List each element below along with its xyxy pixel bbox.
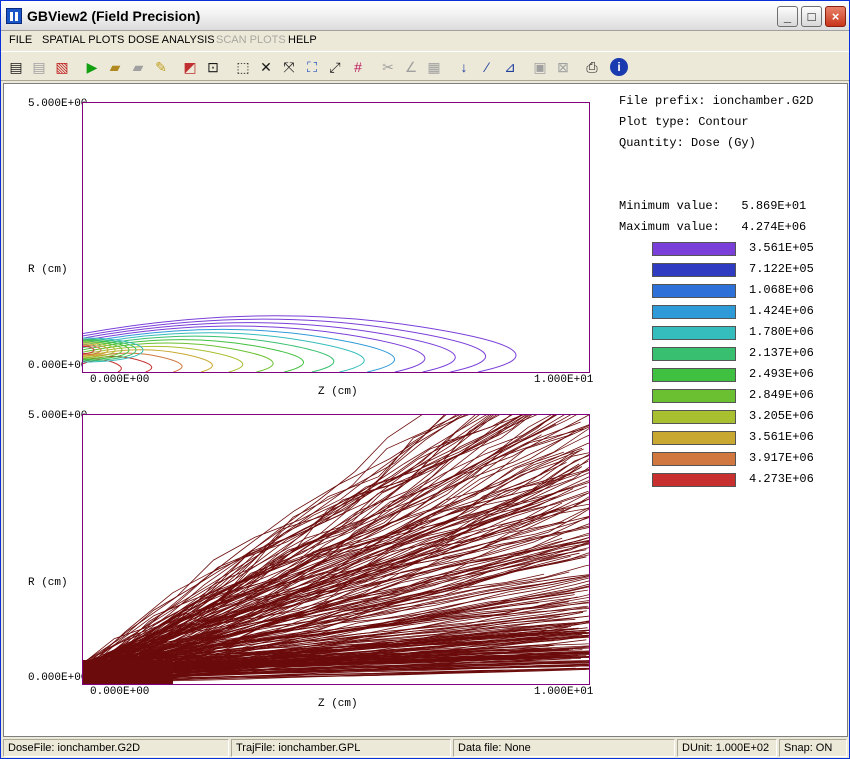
contour-line (82, 349, 213, 373)
top-ylabel: R (cm) (28, 264, 68, 276)
menu-help[interactable]: HELP (288, 34, 317, 46)
print-icon[interactable]: ⎙ (581, 56, 603, 78)
dim-clear-icon[interactable]: ⊠ (552, 56, 574, 78)
table-icon[interactable]: ▦ (423, 56, 445, 78)
legend-value: 3.917E+06 (749, 451, 814, 465)
legend-value: 4.273E+06 (749, 472, 814, 486)
top-ymin-label: 0.000E+00 (28, 360, 88, 372)
point-probe-icon[interactable]: ↓ (453, 56, 475, 78)
legend-swatch (652, 326, 736, 340)
bottom-xmin-label: 0.000E+00 (90, 686, 150, 698)
pan-icon[interactable]: ⤢ (324, 56, 346, 78)
bottom-xlabel: Z (cm) (318, 698, 358, 710)
legend-swatch (652, 242, 736, 256)
menu-scan-plots[interactable]: SCAN PLOTS (216, 34, 286, 46)
load-dose-icon[interactable]: ▤ (5, 56, 27, 78)
legend-swatch (652, 452, 736, 466)
window-title: GBView2 (Field Precision) (27, 8, 201, 24)
measure-icon[interactable]: ✂ (377, 56, 399, 78)
menu-file[interactable]: FILE (9, 34, 32, 46)
bottom-ymin-label: 0.000E+00 (28, 672, 88, 684)
color-map-icon[interactable]: ◩ (179, 56, 201, 78)
contour-lines (22, 315, 517, 373)
legend-value: 3.561E+05 (749, 241, 814, 255)
legend-value: 2.137E+06 (749, 346, 814, 360)
app-window: GBView2 (Field Precision) _ □ × FILE SPA… (0, 0, 850, 759)
status-bar: DoseFile: ionchamber.G2D TrajFile: ionch… (1, 738, 849, 758)
pencil-icon[interactable]: ✎ (150, 56, 172, 78)
bottom-ylabel: R (cm) (28, 577, 68, 589)
legend-value: 1.068E+06 (749, 283, 814, 297)
top-xmax-label: 1.000E+01 (534, 374, 594, 386)
legend-value: 1.424E+06 (749, 304, 814, 318)
info-icon[interactable]: i (610, 58, 628, 76)
plot-area: 5.000E+00 0.000E+00 R (cm) 0.000E+00 1.0… (3, 83, 848, 737)
title-bar[interactable]: GBView2 (Field Precision) _ □ × (1, 1, 849, 31)
line-scan-icon[interactable]: ⁄ (476, 56, 498, 78)
angle-icon[interactable]: ∠ (400, 56, 422, 78)
export-icon[interactable]: ⊡ (202, 56, 224, 78)
close-button[interactable]: × (825, 6, 846, 27)
save-folder-icon[interactable]: ▰ (127, 56, 149, 78)
legend-swatch (652, 263, 736, 277)
status-snap: Snap: ON (779, 739, 847, 757)
contour-plot[interactable] (22, 102, 590, 373)
top-xlabel: Z (cm) (318, 386, 358, 398)
legend-swatch (652, 347, 736, 361)
legend-value: 3.205E+06 (749, 409, 814, 423)
zoom-out-icon[interactable]: ⤧ (278, 56, 300, 78)
fit-view-icon[interactable]: ⛶ (301, 56, 323, 78)
legend-swatch (652, 305, 736, 319)
grid-icon[interactable]: # (347, 56, 369, 78)
plot-icon[interactable]: ⊿ (499, 56, 521, 78)
dim-tool-icon[interactable]: ▣ (529, 56, 551, 78)
legend-swatch (652, 389, 736, 403)
legend-value: 1.780E+06 (749, 325, 814, 339)
status-data-file: Data file: None (453, 739, 675, 757)
run-icon[interactable]: ▶ (81, 56, 103, 78)
app-icon (6, 8, 22, 24)
legend-value: 2.849E+06 (749, 388, 814, 402)
max-value: Maximum value: 4.274E+06 (619, 220, 807, 234)
close-file-icon[interactable]: ▧ (51, 56, 73, 78)
legend-swatch (652, 473, 736, 487)
trajectory-lines (82, 383, 637, 685)
min-value: Minimum value: 5.869E+01 (619, 199, 807, 213)
legend-swatch (652, 284, 736, 298)
status-traj-file: TrajFile: ionchamber.GPL (231, 739, 451, 757)
menu-spatial-plots[interactable]: SPATIAL PLOTS (42, 34, 124, 46)
zoom-in-icon[interactable]: ✕ (255, 56, 277, 78)
quantity: Quantity: Dose (Gy) (619, 136, 756, 150)
trajectory-source (83, 660, 173, 684)
load-traj-icon[interactable]: ▤ (28, 56, 50, 78)
file-prefix: File prefix: ionchamber.G2D (619, 94, 814, 108)
legend-value: 2.493E+06 (749, 367, 814, 381)
status-dose-file: DoseFile: ionchamber.G2D (3, 739, 229, 757)
legend-value: 3.561E+06 (749, 430, 814, 444)
plot-type: Plot type: Contour (619, 115, 749, 129)
legend-swatch (652, 368, 736, 382)
zoom-window-icon[interactable]: ⬚ (232, 56, 254, 78)
bottom-ymax-label: 5.000E+00 (28, 410, 88, 422)
toolbar: ▤ ▤ ▧ ▶ ▰ ▰ ✎ ◩ ⊡ ⬚ ✕ ⤧ ⛶ ⤢ # ✂ ∠ ▦ ↓ ⁄ … (1, 51, 849, 81)
open-folder-icon[interactable]: ▰ (104, 56, 126, 78)
top-xmin-label: 0.000E+00 (90, 374, 150, 386)
legend-value: 7.122E+05 (749, 262, 814, 276)
menu-dose-analysis[interactable]: DOSE ANALYSIS (128, 34, 215, 46)
maximize-button[interactable]: □ (801, 6, 822, 27)
top-ymax-label: 5.000E+00 (28, 98, 88, 110)
trajectory-group (82, 383, 637, 685)
minimize-button[interactable]: _ (777, 6, 798, 27)
bottom-xmax-label: 1.000E+01 (534, 686, 594, 698)
status-dunit: DUnit: 1.000E+02 (677, 739, 777, 757)
contour-line (82, 332, 365, 373)
contour-line (82, 325, 426, 373)
legend-swatch (652, 431, 736, 445)
menu-bar: FILE SPATIAL PLOTS DOSE ANALYSIS SCAN PL… (1, 31, 849, 51)
legend-swatch (652, 410, 736, 424)
trajectory-plot[interactable] (82, 383, 637, 685)
